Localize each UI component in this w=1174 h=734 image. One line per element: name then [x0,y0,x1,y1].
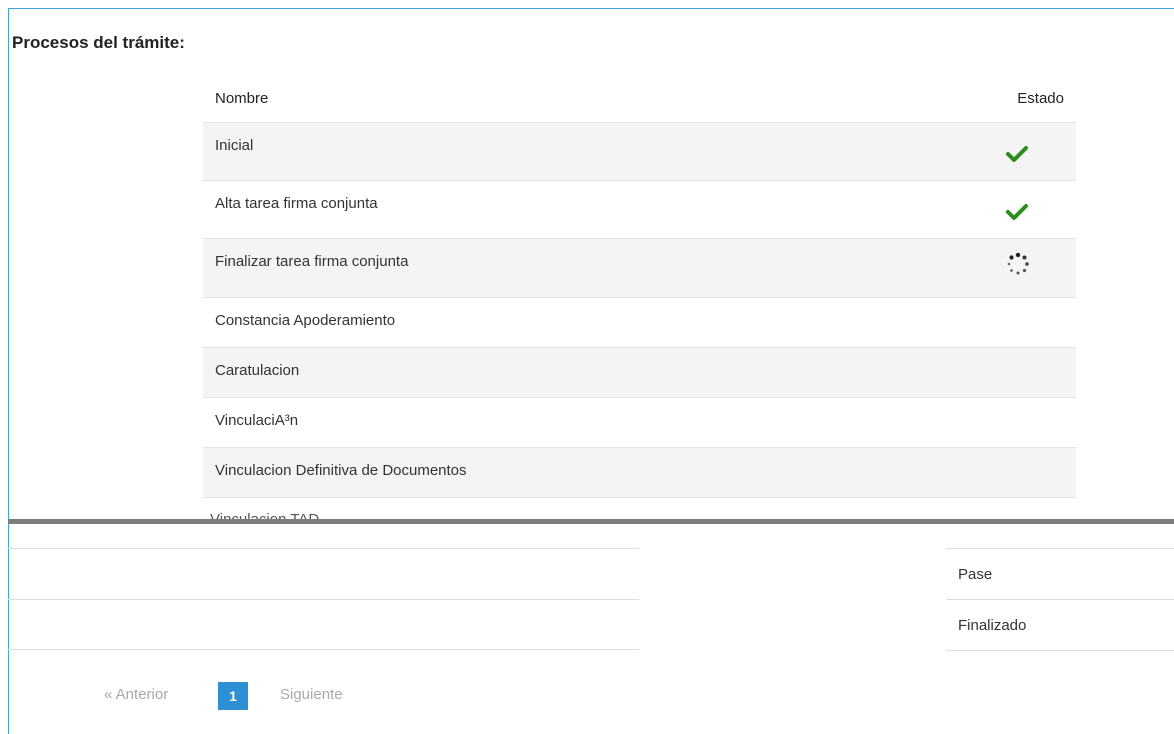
process-table: Nombre Estado Inicial Alta tarea firma c… [203,76,1076,498]
state-label: Pase [958,566,993,583]
process-name: Vinculacion Definitiva de Documentos [215,462,467,479]
column-header-name: Nombre [215,90,269,107]
previous-page-link[interactable]: « Anterior [104,686,168,703]
list-item: Pase [946,548,1174,600]
table-row: Caratulacion [203,348,1076,398]
section-title: Procesos del trámite: [12,33,185,52]
state-list: Pase Finalizado [946,548,1174,651]
table-row: VinculaciA³n [203,398,1076,448]
current-page-button[interactable]: 1 [218,682,248,710]
process-name: Alta tarea firma conjunta [215,195,378,212]
table-row: Inicial [203,123,1076,181]
process-name: Finalizar tarea firma conjunta [215,253,409,270]
table-row [8,599,639,650]
process-name: VinculaciA³n [215,412,299,429]
process-name: Caratulacion [215,362,300,379]
next-page-link[interactable]: Siguiente [280,686,343,703]
table-row: Constancia Apoderamiento [203,298,1076,348]
loading-spinner-icon [1006,252,1030,276]
table-row: Alta tarea firma conjunta [203,181,1076,239]
table-row: Finalizar tarea firma conjunta [203,239,1076,298]
process-name: Inicial [215,137,254,154]
list-item: Finalizado [946,600,1174,651]
column-header-state: Estado [1017,90,1064,107]
check-icon [1006,203,1030,227]
table-header: Nombre Estado [203,76,1076,123]
screen-overlap-divider [8,519,1174,524]
table-row: Vinculacion Definitiva de Documentos [203,448,1076,498]
process-name: Constancia Apoderamiento [215,312,396,329]
check-icon [1006,145,1030,169]
state-label: Finalizado [958,617,1027,634]
table-row [8,548,639,600]
